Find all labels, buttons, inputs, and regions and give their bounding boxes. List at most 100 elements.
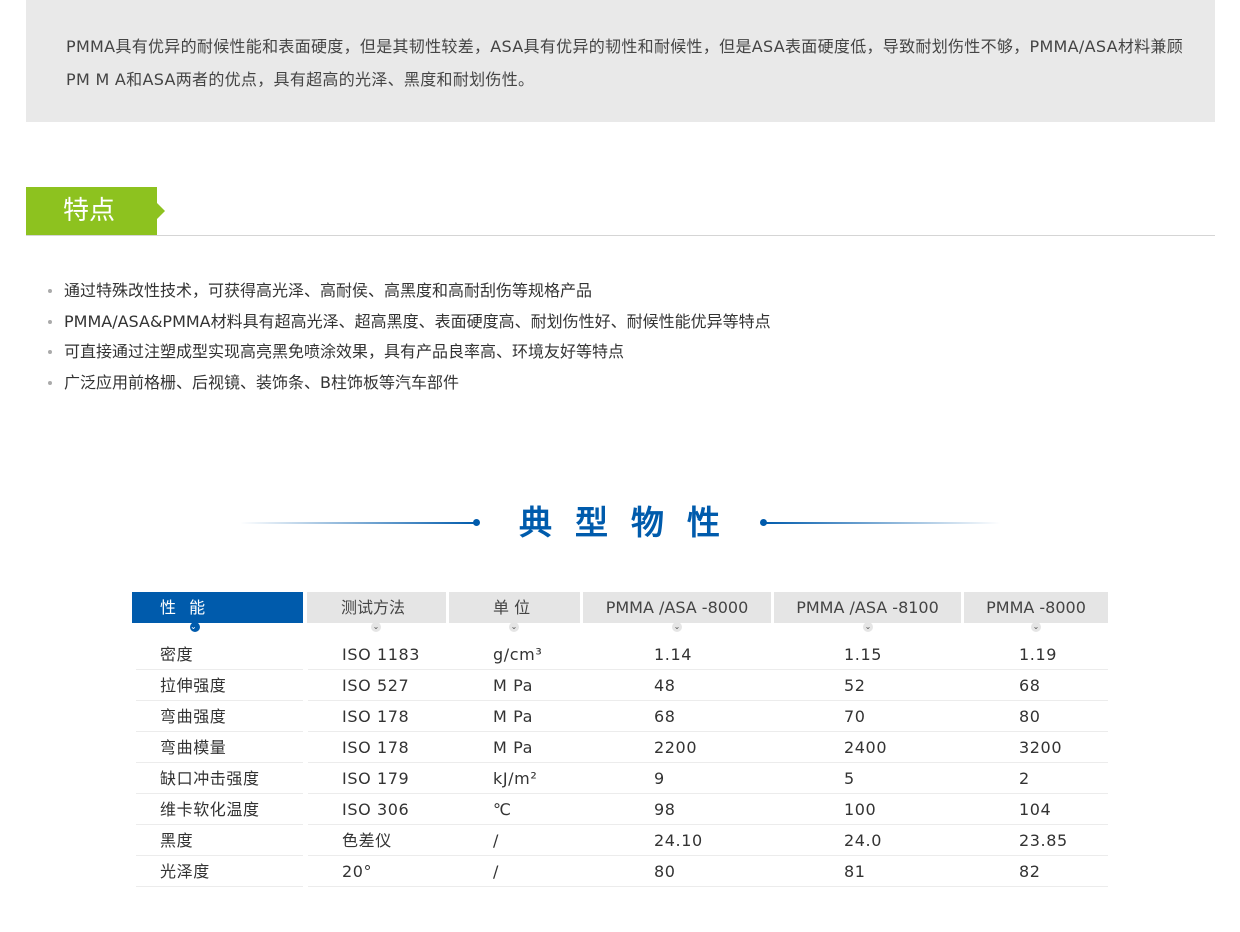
cell-unit: / <box>493 831 499 850</box>
header-label: PMMA -8000 <box>986 598 1086 617</box>
features-title: 特点 <box>63 196 116 226</box>
feature-text: 广泛应用前格栅、后视镜、装饰条、B柱饰板等汽车部件 <box>64 372 459 392</box>
cell-value: 23.85 <box>1019 831 1068 850</box>
table-row: 缺口冲击强度 ISO 179 kJ/m² 9 5 2 <box>132 763 1108 794</box>
header-cell: 单 位 ⌄ <box>449 592 580 632</box>
cell-method: ISO 306 <box>342 800 410 819</box>
header-cell: 测试方法 ⌄ <box>307 592 446 632</box>
cell-unit: g/cm³ <box>493 645 543 664</box>
table-body: 密度 ISO 1183 g/cm³ 1.14 1.15 1.19 拉伸强度 IS… <box>132 639 1108 887</box>
cell-value: 81 <box>844 862 866 881</box>
intro-text: PMMA具有优异的耐候性能和表面硬度，但是其韧性较差，ASA具有优异的韧性和耐候… <box>66 37 1184 89</box>
tag-arrow-icon <box>157 203 165 219</box>
cell-method: 色差仪 <box>342 831 392 850</box>
chevron-down-icon: ⌄ <box>863 622 873 632</box>
header-label: PMMA /ASA -8000 <box>605 598 749 617</box>
feature-item: 通过特殊改性技术，可获得高光泽、高耐侯、高黑度和高耐刮伤等规格产品 <box>46 276 771 307</box>
title-line-left <box>240 522 476 524</box>
header-cell: PMMA -8000 ⌄ <box>964 592 1108 632</box>
feature-text: 通过特殊改性技术，可获得高光泽、高耐侯、高黑度和高耐刮伤等规格产品 <box>64 281 593 300</box>
cell-value: 1.19 <box>1019 645 1058 664</box>
cell-value: 68 <box>654 707 676 726</box>
cell-value: 2400 <box>844 738 888 757</box>
table-row: 密度 ISO 1183 g/cm³ 1.14 1.15 1.19 <box>132 639 1108 670</box>
feature-item: 广泛应用前格栅、后视镜、装饰条、B柱饰板等汽车部件 <box>46 368 771 399</box>
cell-value: 5 <box>844 769 855 788</box>
chevron-down-icon: ⌄ <box>672 622 682 632</box>
table-row: 光泽度 20° / 80 81 82 <box>132 856 1108 887</box>
table-row: 维卡软化温度 ISO 306 ℃ 98 100 104 <box>132 794 1108 825</box>
cell-unit: / <box>493 862 499 881</box>
header-label: 测试方法 <box>341 598 406 617</box>
chevron-down-icon: ⌄ <box>1031 622 1041 632</box>
features-section-header: 特点 <box>26 187 1215 237</box>
feature-item: 可直接通过注塑成型实现高亮黑免喷涂效果，具有产品良率高、环境友好等特点 <box>46 337 771 368</box>
cell-value: 9 <box>654 769 665 788</box>
cell-value: 3200 <box>1019 738 1063 757</box>
properties-table: 性 能 ⌄ 测试方法 ⌄ 单 位 ⌄ PMMA /ASA -8000 ⌄ PMM… <box>132 592 1108 887</box>
header-label: PMMA /ASA -8100 <box>796 598 939 617</box>
cell-method: ISO 178 <box>342 738 410 757</box>
chevron-down-icon: ⌄ <box>509 622 519 632</box>
cell-value: 52 <box>844 676 866 695</box>
feature-item: PMMA/ASA&PMMA材料具有超高光泽、超高黑度、表面硬度高、耐划伤性好、耐… <box>46 307 771 338</box>
chevron-down-icon: ⌄ <box>371 622 381 632</box>
cell-value: 104 <box>1019 800 1052 819</box>
cell-method: ISO 179 <box>342 769 410 788</box>
header-label: 单 位 <box>493 598 531 617</box>
section-divider <box>26 235 1215 236</box>
cell-method: ISO 1183 <box>342 645 421 664</box>
header-cell: PMMA /ASA -8100 ⌄ <box>774 592 961 632</box>
table-row: 弯曲模量 ISO 178 M Pa 2200 2400 3200 <box>132 732 1108 763</box>
row-divider <box>136 886 303 887</box>
feature-text: PMMA/ASA&PMMA材料具有超高光泽、超高黑度、表面硬度高、耐划伤性好、耐… <box>64 311 771 331</box>
cell-value: 24.10 <box>654 831 703 850</box>
bullet-dot-icon <box>48 319 52 324</box>
cell-unit: M Pa <box>493 707 534 726</box>
cell-unit: ℃ <box>493 800 512 819</box>
cell-value: 70 <box>844 707 866 726</box>
cell-property: 光泽度 <box>160 862 210 881</box>
bullet-dot-icon <box>48 289 52 293</box>
cell-value: 48 <box>654 676 676 695</box>
cell-property: 弯曲强度 <box>160 707 227 726</box>
properties-title: 典型物性 <box>519 503 743 542</box>
cell-value: 1.15 <box>844 645 883 664</box>
cell-value: 68 <box>1019 676 1041 695</box>
cell-property: 维卡软化温度 <box>160 800 260 819</box>
features-list: 通过特殊改性技术，可获得高光泽、高耐侯、高黑度和高耐刮伤等规格产品 PMMA/A… <box>46 276 771 398</box>
bullet-dot-icon <box>48 380 52 385</box>
intro-box: PMMA具有优异的耐候性能和表面硬度，但是其韧性较差，ASA具有优异的韧性和耐候… <box>26 0 1215 122</box>
header-label: 性 能 <box>160 598 210 617</box>
cell-value: 1.14 <box>654 645 693 664</box>
cell-unit: M Pa <box>493 738 534 757</box>
cell-unit: M Pa <box>493 676 534 695</box>
cell-value: 24.0 <box>844 831 883 850</box>
cell-property: 弯曲模量 <box>160 738 227 757</box>
row-divider <box>308 886 1108 887</box>
cell-method: 20° <box>342 862 373 881</box>
cell-value: 82 <box>1019 862 1041 881</box>
header-cell: PMMA /ASA -8000 ⌄ <box>583 592 771 632</box>
cell-unit: kJ/m² <box>493 769 538 788</box>
cell-value: 2200 <box>654 738 698 757</box>
table-header: 性 能 ⌄ 测试方法 ⌄ 单 位 ⌄ PMMA /ASA -8000 ⌄ PMM… <box>132 592 1108 632</box>
cell-property: 拉伸强度 <box>160 676 227 695</box>
cell-method: ISO 527 <box>342 676 410 695</box>
table-row: 弯曲强度 ISO 178 M Pa 68 70 80 <box>132 701 1108 732</box>
table-row: 黑度 色差仪 / 24.10 24.0 23.85 <box>132 825 1108 856</box>
bullet-dot-icon <box>48 350 52 354</box>
cell-value: 80 <box>654 862 676 881</box>
cell-value: 100 <box>844 800 877 819</box>
section-tag: 特点 <box>26 187 157 235</box>
cell-method: ISO 178 <box>342 707 410 726</box>
table-row: 拉伸强度 ISO 527 M Pa 48 52 68 <box>132 670 1108 701</box>
cell-value: 98 <box>654 800 676 819</box>
cell-property: 黑度 <box>160 831 194 850</box>
feature-text: 可直接通过注塑成型实现高亮黑免喷涂效果，具有产品良率高、环境友好等特点 <box>64 342 625 361</box>
properties-title-block: 典型物性 <box>240 498 1000 548</box>
chevron-down-icon: ⌄ <box>190 622 201 632</box>
cell-value: 2 <box>1019 769 1030 788</box>
cell-property: 缺口冲击强度 <box>160 769 260 788</box>
header-cell: 性 能 ⌄ <box>132 592 303 632</box>
